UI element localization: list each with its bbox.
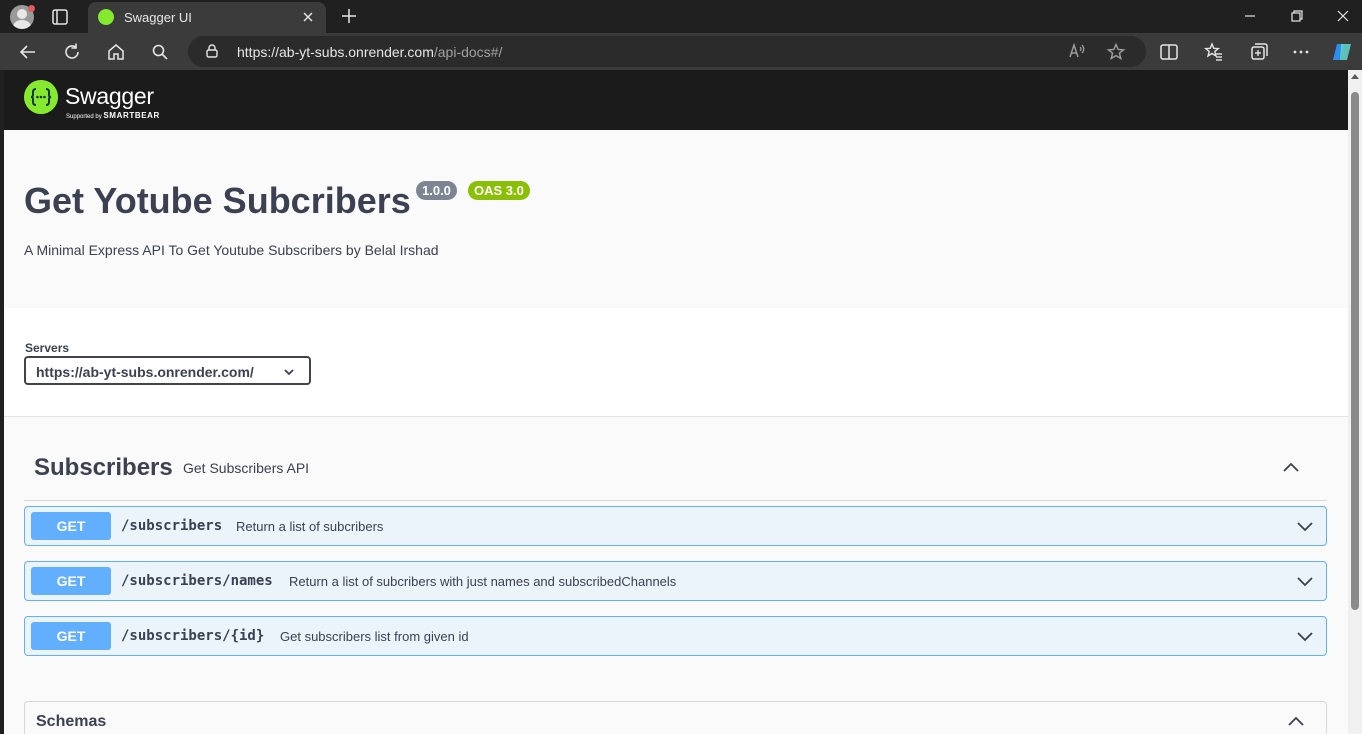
chevron-down-icon[interactable]: [1296, 627, 1314, 645]
favorite-star-icon[interactable]: [1106, 42, 1126, 62]
new-tab-icon[interactable]: [339, 6, 359, 26]
swagger-favicon-icon: [98, 9, 114, 25]
search-icon[interactable]: [149, 41, 171, 63]
copilot-icon[interactable]: [1331, 41, 1353, 63]
read-aloud-icon[interactable]: [1068, 42, 1086, 60]
chevron-down-icon[interactable]: [1296, 572, 1314, 590]
servers-select[interactable]: https://ab-yt-subs.onrender.com/: [24, 356, 311, 385]
minimize-window-icon[interactable]: [1240, 6, 1260, 26]
operation-path: /subscribers/names: [121, 573, 273, 589]
logo-sub-prefix: Supported by: [66, 114, 102, 120]
method-badge-get: GET: [31, 622, 111, 650]
page-viewport: Swagger Supported by SMARTBEAR Get Yotub…: [4, 70, 1348, 734]
address-url[interactable]: https://ab-yt-subs.onrender.com/api-docs…: [237, 44, 502, 60]
back-arrow-icon[interactable]: [17, 41, 39, 63]
home-icon[interactable]: [105, 41, 127, 63]
more-options-icon[interactable]: [1290, 41, 1312, 63]
oas-badge: OAS 3.0: [468, 181, 530, 200]
method-badge-get: GET: [31, 567, 111, 595]
lock-icon[interactable]: [204, 43, 220, 59]
collections-icon[interactable]: [1248, 41, 1270, 63]
tag-underline: [24, 500, 1327, 501]
tab-title: Swagger UI: [124, 10, 192, 25]
page-scrollbar[interactable]: [1348, 70, 1362, 734]
swagger-topbar: Swagger Supported by SMARTBEAR: [4, 70, 1348, 130]
close-tab-icon[interactable]: [300, 9, 316, 25]
collapse-tag-chevron-up-icon[interactable]: [1281, 458, 1301, 478]
split-screen-icon[interactable]: [1158, 41, 1180, 63]
schemas-title: Schemas: [36, 713, 107, 730]
servers-selected-value: https://ab-yt-subs.onrender.com/: [36, 364, 254, 380]
schemas-section[interactable]: Schemas: [24, 701, 1327, 734]
address-url-host: https://ab-yt-subs.onrender.com: [237, 44, 434, 60]
method-badge-get: GET: [31, 512, 111, 540]
close-window-icon[interactable]: [1333, 6, 1353, 26]
swagger-logo-text: Swagger: [65, 83, 154, 109]
refresh-icon[interactable]: [61, 41, 83, 63]
operation-path: /subscribers: [121, 518, 223, 534]
favorites-icon[interactable]: [1203, 41, 1225, 63]
scroll-up-arrow-icon[interactable]: [1351, 74, 1359, 79]
api-description: A Minimal Express API To Get Youtube Sub…: [24, 242, 439, 258]
operation-get-subscribers[interactable]: GET /subscribers Return a list of subcri…: [24, 506, 1327, 546]
api-title: Get Yotube Subcribers: [24, 180, 411, 221]
scroll-thumb[interactable]: [1351, 92, 1359, 610]
tag-title[interactable]: Subscribers: [34, 454, 173, 482]
chevron-down-icon[interactable]: [1296, 517, 1314, 535]
address-bar[interactable]: https://ab-yt-subs.onrender.com/api-docs…: [188, 36, 1146, 67]
tab-swagger-ui[interactable]: Swagger UI: [88, 2, 326, 33]
operation-summary: Return a list of subcribers: [236, 519, 384, 534]
profile-notification-dot: [28, 5, 35, 12]
operation-path: /subscribers/{id}: [121, 628, 265, 644]
swagger-logo-subtitle: Supported by SMARTBEAR: [66, 111, 160, 120]
logo-sub-brand: SMARTBEAR: [103, 111, 160, 120]
tag-description: Get Subscribers API: [183, 460, 310, 476]
browser-tab-bar: Swagger UI: [0, 0, 1362, 33]
operation-summary: Get subscribers list from given id: [280, 629, 469, 644]
address-url-path: /api-docs#/: [433, 44, 503, 60]
collapse-schemas-chevron-up-icon[interactable]: [1286, 712, 1306, 732]
chevron-down-icon: [284, 369, 294, 376]
swagger-logo-icon[interactable]: [24, 80, 58, 114]
tab-actions-icon[interactable]: [50, 7, 70, 27]
operation-get-subscribers-names[interactable]: GET /subscribers/names Return a list of …: [24, 561, 1327, 601]
servers-label: Servers: [25, 341, 70, 355]
restore-window-icon[interactable]: [1287, 6, 1307, 26]
operation-get-subscribers-by-id[interactable]: GET /subscribers/{id} Get subscribers li…: [24, 616, 1327, 656]
operation-summary: Return a list of subcribers with just na…: [289, 574, 677, 589]
api-info-section: Get Yotube Subcribers 1.0.0 OAS 3.0 A Mi…: [4, 130, 1348, 308]
version-badge: 1.0.0: [416, 181, 457, 200]
browser-toolbar: https://ab-yt-subs.onrender.com/api-docs…: [0, 33, 1362, 70]
